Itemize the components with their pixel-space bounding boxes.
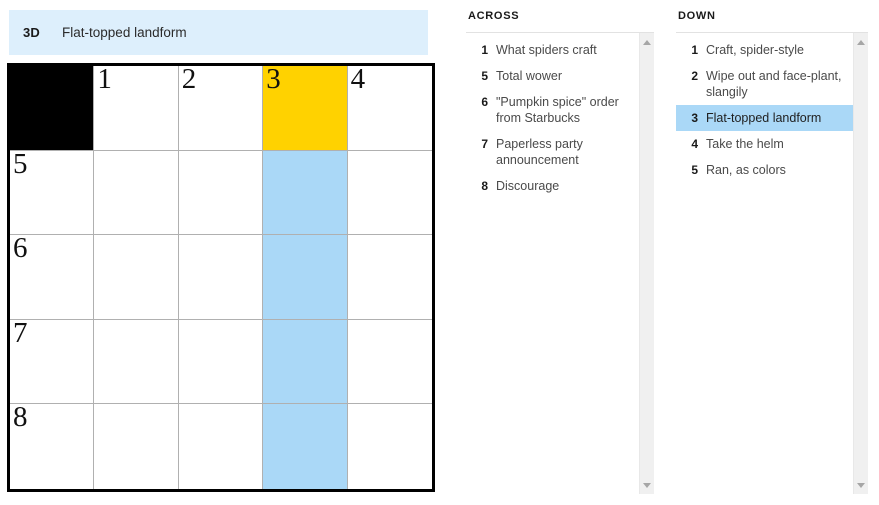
cell-number: 1 xyxy=(97,63,112,95)
grid-block-cell xyxy=(10,66,95,151)
grid-cell[interactable]: 2 xyxy=(178,63,264,151)
clue-text: Craft, spider-style xyxy=(706,43,804,57)
cell-number: 8 xyxy=(13,401,28,434)
current-clue-reference: 3D xyxy=(23,25,41,40)
clue-item[interactable]: 7 Paperless party announcement xyxy=(466,131,640,173)
grid-cell[interactable]: 7 xyxy=(10,317,95,405)
clue-number: 5 xyxy=(691,163,698,177)
grid-cell[interactable] xyxy=(347,319,432,405)
triangle-down-icon[interactable] xyxy=(854,478,868,492)
across-scroll-wrapper: 1 What spiders craft 5 Total wower 6 "Pumpkin… xyxy=(466,32,654,494)
cell-number: 7 xyxy=(13,316,28,349)
clue-item[interactable]: 1 What spiders craft xyxy=(466,37,640,63)
across-panel-title: ACROSS xyxy=(468,10,520,22)
clue-number: 7 xyxy=(481,137,488,151)
triangle-up-icon[interactable] xyxy=(640,35,654,49)
grid-cell[interactable]: 1 xyxy=(94,63,179,151)
triangle-up-icon[interactable] xyxy=(854,35,868,49)
clue-number: 1 xyxy=(481,43,488,57)
grid-cell[interactable] xyxy=(347,150,432,236)
cell-number: 3 xyxy=(266,63,281,95)
clue-text: Take the helm xyxy=(706,137,784,151)
clue-item[interactable]: 4 Take the helm xyxy=(676,131,854,157)
down-clues-panel: DOWN 1 Craft, spider-style 2 Wipe out and f… xyxy=(676,10,868,495)
clue-text: Paperless party announcement xyxy=(496,137,583,167)
grid-cell[interactable] xyxy=(263,404,348,489)
grid-cell[interactable] xyxy=(347,404,432,489)
clue-text: "Pumpkin spice" order from Starbucks xyxy=(496,95,619,125)
grid-cell[interactable] xyxy=(263,319,348,405)
grid-cell[interactable]: 5 xyxy=(10,148,95,236)
grid-cell[interactable] xyxy=(94,150,179,236)
grid-cell[interactable] xyxy=(94,404,179,489)
clue-number: 4 xyxy=(691,137,698,151)
clue-item[interactable]: 6 "Pumpkin spice" order from Starbucks xyxy=(466,89,640,131)
clue-number: 3 xyxy=(691,111,698,125)
down-panel-title: DOWN xyxy=(678,10,716,22)
clue-text: Discourage xyxy=(496,179,560,193)
clue-text: Flat-topped landform xyxy=(706,111,822,125)
grid-cell[interactable] xyxy=(178,404,264,489)
clue-text: Ran, as colors xyxy=(706,163,786,177)
grid-cell[interactable] xyxy=(178,319,264,405)
grid-cell[interactable] xyxy=(263,150,348,236)
clue-item[interactable]: 1 Craft, spider-style xyxy=(676,37,854,63)
down-clue-list[interactable]: 1 Craft, spider-style 2 Wipe out and face-p… xyxy=(676,33,854,494)
grid-cell[interactable] xyxy=(94,235,179,320)
clue-number: 8 xyxy=(481,179,488,193)
clue-number: 6 xyxy=(481,95,488,109)
grid-cell[interactable] xyxy=(347,235,432,320)
grid-cell[interactable] xyxy=(94,319,179,405)
clue-text: Wipe out and face-plant, slangily xyxy=(706,69,842,99)
clue-number: 2 xyxy=(691,69,698,83)
clue-number: 5 xyxy=(481,69,488,83)
clue-text: What spiders craft xyxy=(496,43,597,57)
grid-cell[interactable] xyxy=(178,235,264,320)
triangle-down-icon[interactable] xyxy=(640,478,654,492)
puzzle-pane: 3D Flat-topped landform 1 2 3 4 5 6 7 8 xyxy=(0,0,440,505)
across-clue-list[interactable]: 1 What spiders craft 5 Total wower 6 "Pumpkin… xyxy=(466,33,640,494)
clue-item[interactable]: 5 Total wower xyxy=(466,63,640,89)
grid-cell[interactable]: 6 xyxy=(10,232,95,320)
clue-number: 1 xyxy=(691,43,698,57)
cell-number: 4 xyxy=(350,63,366,95)
clue-item[interactable]: 5 Ran, as colors xyxy=(676,157,854,183)
grid-cell[interactable] xyxy=(178,150,264,236)
clue-text: Total wower xyxy=(496,69,562,83)
across-clues-panel: ACROSS 1 What spiders craft 5 Total wower 6 "… xyxy=(466,10,654,495)
current-clue-banner[interactable]: 3D Flat-topped landform xyxy=(9,10,428,55)
current-clue-text: Flat-topped landform xyxy=(62,25,187,40)
clue-item[interactable]: 3 Flat-topped landform xyxy=(676,105,854,131)
crossword-grid[interactable]: 1 2 3 4 5 6 7 8 xyxy=(7,63,435,492)
cell-number: 6 xyxy=(13,232,28,265)
down-scrollbar[interactable] xyxy=(853,33,868,494)
clue-item[interactable]: 2 Wipe out and face-plant, slangily xyxy=(676,63,854,105)
cell-number: 2 xyxy=(181,63,197,95)
grid-cell[interactable]: 3 xyxy=(263,63,348,151)
down-scroll-wrapper: 1 Craft, spider-style 2 Wipe out and face-p… xyxy=(676,32,868,494)
grid-cell[interactable] xyxy=(263,235,348,320)
clue-item[interactable]: 8 Discourage xyxy=(466,173,640,199)
cell-number: 5 xyxy=(13,147,28,180)
grid-cell[interactable]: 8 xyxy=(10,401,95,489)
across-scrollbar[interactable] xyxy=(639,33,654,494)
grid-cell[interactable]: 4 xyxy=(347,63,432,151)
